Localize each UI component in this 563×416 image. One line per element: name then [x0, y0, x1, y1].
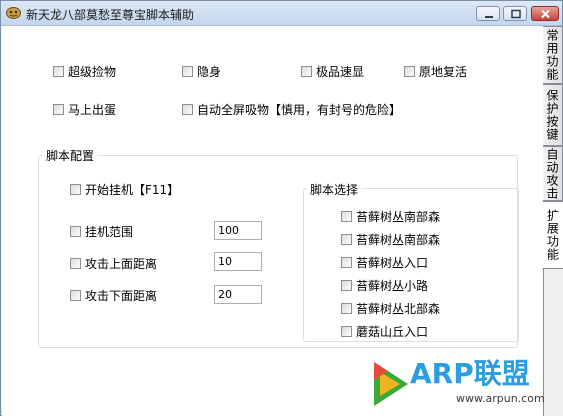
watermark-brand: ARP联盟	[410, 357, 530, 390]
window-title: 新天龙八部莫愁至尊宝脚本辅助	[26, 8, 195, 22]
tab-label: 常用功能	[545, 29, 559, 81]
checkbox-hatch-egg[interactable]: 马上出蛋	[53, 101, 116, 118]
checkbox-auto-vacuum[interactable]: 自动全屏吸物【慎用，有封号的危险】	[182, 101, 401, 118]
script-item[interactable]: 苔藓树丛南部森	[341, 231, 440, 248]
checkbox-attack-down-distance[interactable]: 攻击下面距离	[70, 287, 157, 304]
checkbox-fast-display[interactable]: 极品速显	[301, 63, 364, 80]
close-button[interactable]	[531, 6, 559, 21]
script-item-label: 苔藓树丛入口	[356, 256, 429, 270]
title-bar[interactable]: 新天龙八部莫愁至尊宝脚本辅助	[1, 1, 562, 26]
script-item-label: 蘑菇山丘入口	[356, 325, 429, 339]
checkbox-label: 挂机范围	[85, 225, 134, 239]
checkbox-box[interactable]	[70, 226, 81, 237]
checkbox-box[interactable]	[70, 290, 81, 301]
checkbox-box[interactable]	[341, 234, 352, 245]
checkbox-box[interactable]	[182, 66, 193, 77]
checkbox-label: 攻击上面距离	[85, 257, 158, 271]
checkbox-box[interactable]	[53, 66, 64, 77]
app-logo-icon	[6, 7, 21, 19]
maximize-icon	[511, 9, 521, 19]
checkbox-afk-range[interactable]: 挂机范围	[70, 223, 133, 240]
tab-common-functions[interactable]: 常用功能	[543, 26, 563, 84]
checkbox-label: 攻击下面距离	[85, 289, 158, 303]
script-item[interactable]: 苔藓树丛北部森	[341, 300, 440, 317]
checkbox-box[interactable]	[404, 66, 415, 77]
checkbox-start-afk[interactable]: 开始挂机【F11】	[70, 181, 179, 198]
tab-protection-keys[interactable]: 保护按键	[543, 84, 563, 146]
checkbox-box[interactable]	[70, 184, 81, 195]
script-item-label: 苔藓树丛南部森	[356, 233, 441, 247]
minimize-button[interactable]	[476, 6, 500, 21]
afk-range-input[interactable]: 100	[214, 221, 262, 240]
script-item[interactable]: 蘑菇山丘入口	[341, 323, 428, 340]
script-item[interactable]: 苔藓树丛入口	[341, 254, 428, 271]
checkbox-box[interactable]	[341, 257, 352, 268]
checkbox-box[interactable]	[53, 104, 64, 115]
tab-label: 保护按键	[545, 89, 559, 141]
script-item[interactable]: 苔藓树丛小路	[341, 277, 428, 294]
minimize-icon	[485, 16, 493, 18]
checkbox-label: 原地复活	[419, 65, 468, 79]
checkbox-label: 马上出蛋	[68, 103, 117, 117]
checkbox-box[interactable]	[182, 104, 193, 115]
checkbox-box[interactable]	[301, 66, 312, 77]
attack-up-distance-input[interactable]: 10	[214, 252, 262, 271]
tab-label: 扩展功能	[545, 209, 560, 261]
watermark-url: www.arpun.com	[456, 392, 545, 405]
play-logo-icon	[374, 362, 408, 406]
script-select-title: 脚本选择	[307, 181, 362, 198]
checkbox-attack-up-distance[interactable]: 攻击上面距离	[70, 255, 157, 272]
tab-label: 自动攻击	[545, 147, 559, 200]
tab-auto-attack[interactable]: 自动攻击	[543, 146, 563, 201]
checkbox-label: 自动全屏吸物【慎用，有封号的危险】	[197, 103, 402, 117]
checkbox-label: 超级捡物	[68, 65, 117, 79]
checkbox-label: 隐身	[197, 65, 222, 79]
checkbox-box[interactable]	[70, 258, 81, 269]
checkbox-label: 开始挂机【F11】	[85, 183, 180, 197]
checkbox-revive-in-place[interactable]: 原地复活	[404, 63, 467, 80]
script-item-label: 苔藓树丛南部森	[356, 210, 441, 224]
watermark: ARP联盟 www.arpun.com	[364, 348, 563, 416]
script-item-label: 苔藓树丛小路	[356, 279, 429, 293]
checkbox-invisible[interactable]: 隐身	[182, 63, 221, 80]
checkbox-box[interactable]	[341, 280, 352, 291]
close-icon	[541, 9, 550, 19]
checkbox-box[interactable]	[341, 303, 352, 314]
maximize-button[interactable]	[503, 6, 527, 21]
checkbox-box[interactable]	[341, 211, 352, 222]
checkbox-label: 极品速显	[316, 65, 365, 79]
checkbox-box[interactable]	[341, 326, 352, 337]
script-config-title: 脚本配置	[43, 147, 98, 164]
attack-down-distance-input[interactable]: 20	[214, 285, 262, 304]
script-item[interactable]: 苔藓树丛南部森	[341, 208, 440, 225]
checkbox-super-pickup[interactable]: 超级捡物	[53, 63, 116, 80]
script-item-label: 苔藓树丛北部森	[356, 302, 441, 316]
tab-extended-functions[interactable]: 扩展功能	[542, 201, 563, 269]
